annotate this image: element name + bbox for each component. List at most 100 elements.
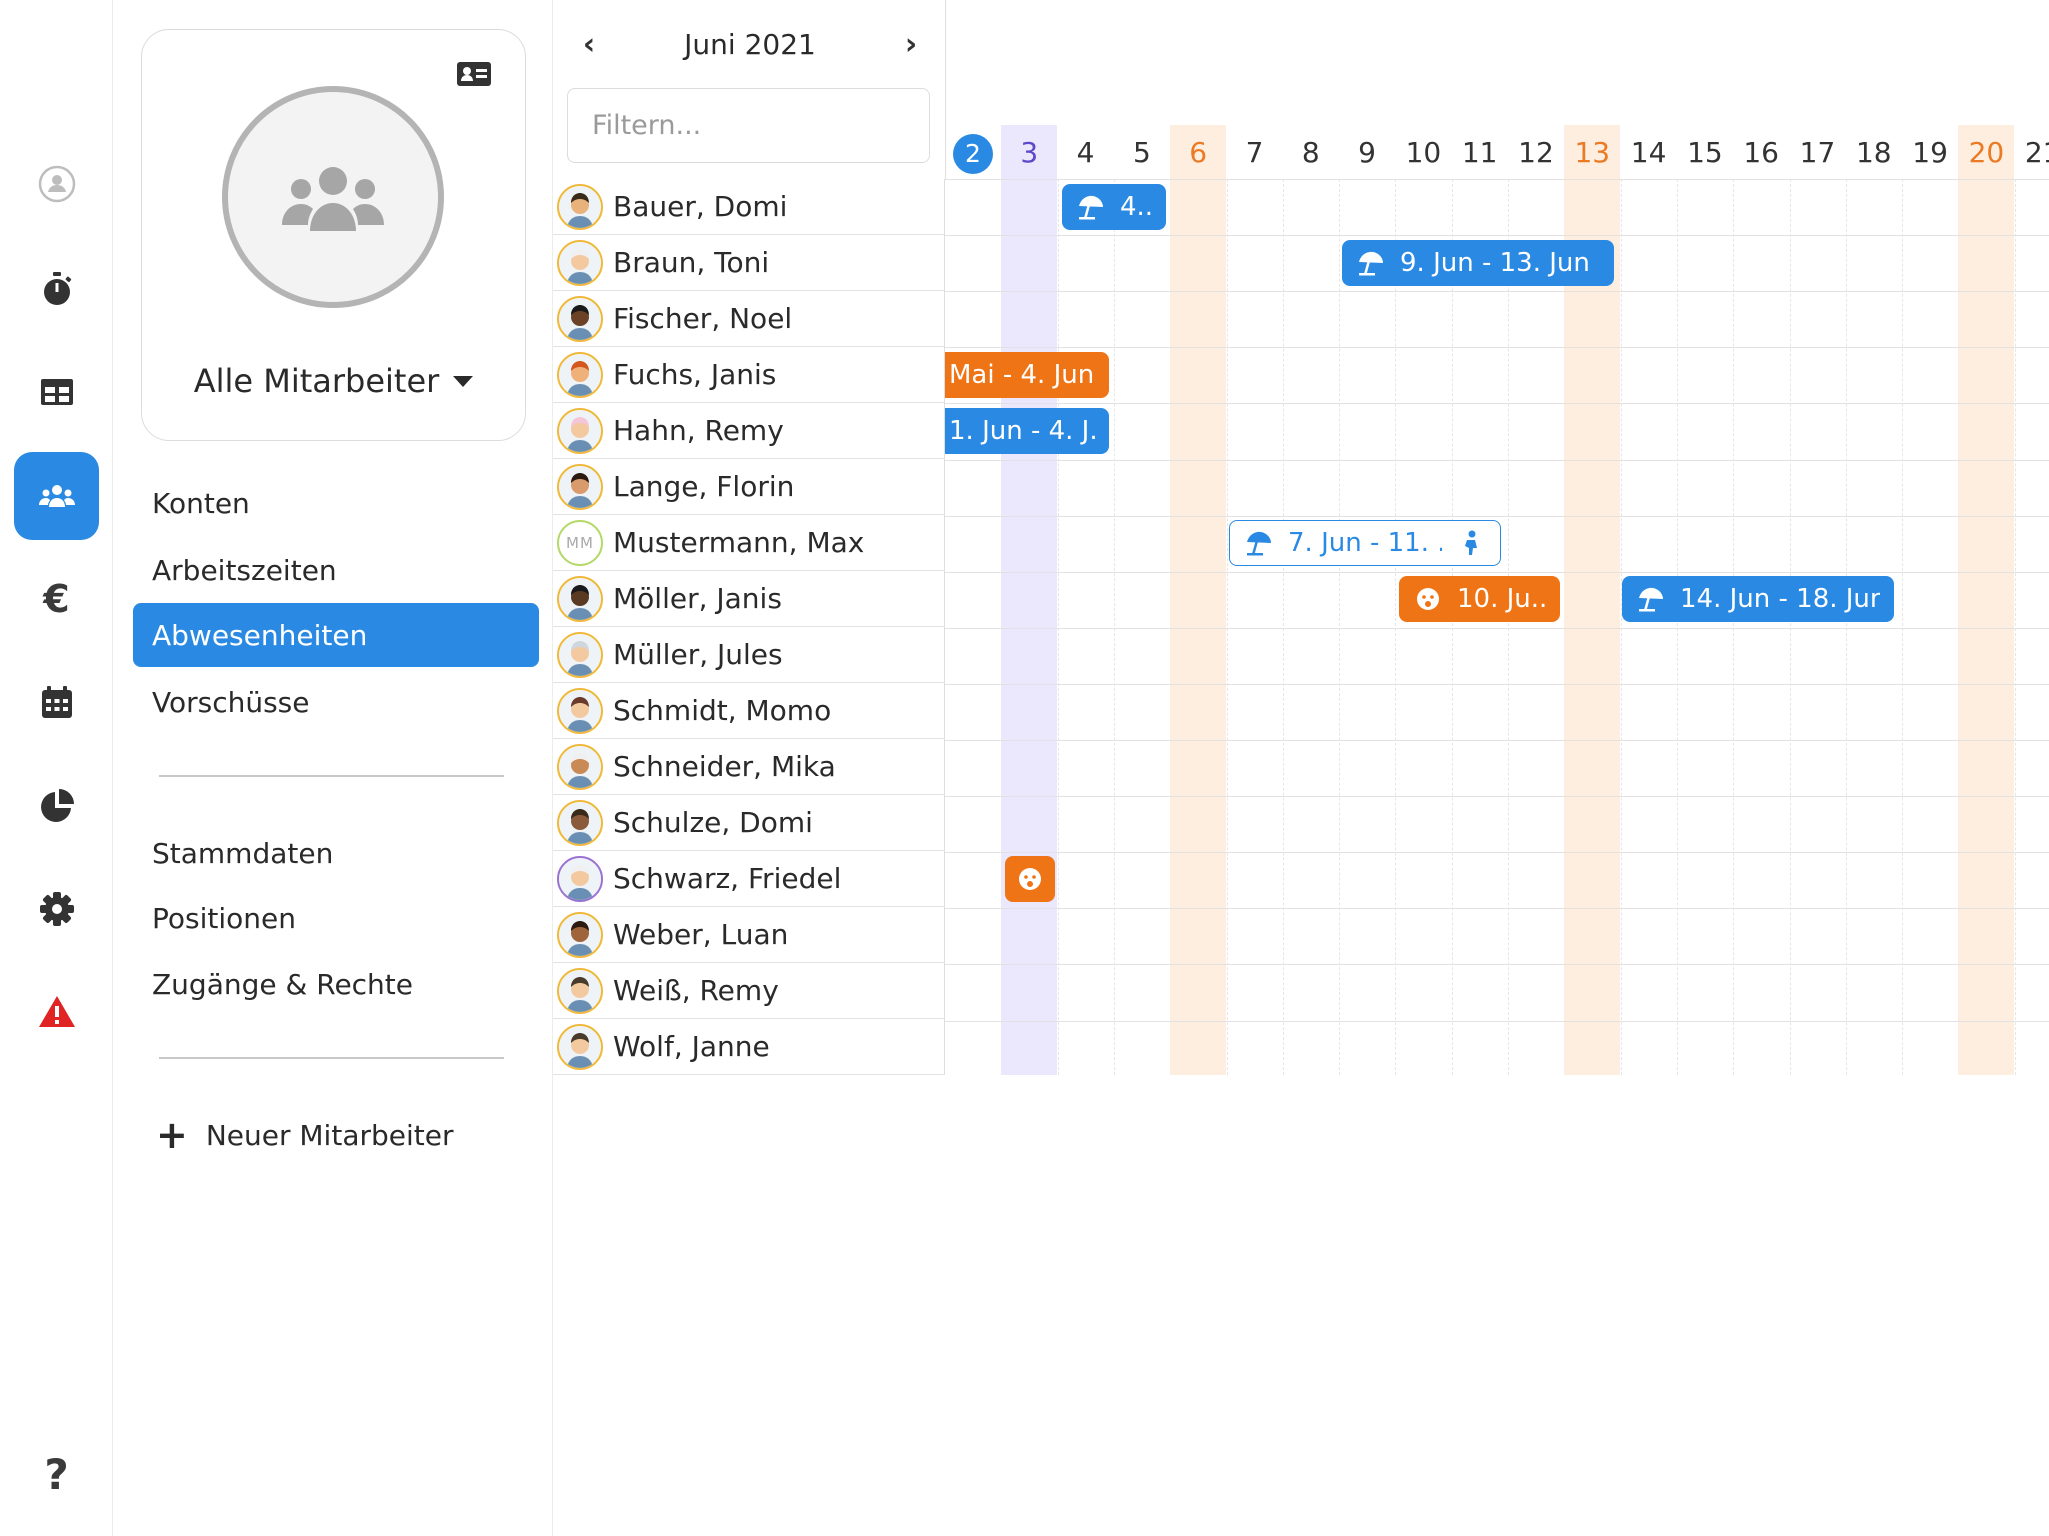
nav-panel: Alle Mitarbeiter Konten Arbeitszeiten Ab… bbox=[113, 0, 553, 1536]
grid-line bbox=[945, 403, 2049, 405]
grid-line bbox=[945, 291, 2049, 293]
grid-line bbox=[945, 459, 2049, 461]
group-avatar bbox=[222, 86, 444, 308]
day-header[interactable]: 9 bbox=[1339, 125, 1395, 181]
absence-sick[interactable] bbox=[1005, 856, 1055, 902]
day-header[interactable]: 21 bbox=[2015, 125, 2049, 181]
absence-label: 10. Ju... bbox=[1457, 584, 1546, 614]
warning-icon[interactable] bbox=[14, 968, 99, 1056]
day-number: 4 bbox=[1076, 136, 1095, 169]
day-header[interactable]: 11 bbox=[1452, 125, 1508, 181]
absence-vacation[interactable]: 14. Jun - 18. Jun bbox=[1622, 576, 1894, 622]
avatar bbox=[557, 575, 603, 622]
id-card-icon[interactable] bbox=[456, 60, 492, 88]
group-select[interactable]: Alle Mitarbeiter bbox=[142, 362, 525, 400]
nav-item-konten[interactable]: Konten bbox=[133, 471, 539, 535]
employee-row[interactable]: Lange, Florin bbox=[553, 459, 944, 515]
new-employee-label: Neuer Mitarbeiter bbox=[205, 1118, 454, 1152]
absence-vacation[interactable]: 4... bbox=[1062, 184, 1166, 230]
prev-month-button[interactable]: ‹ bbox=[574, 24, 604, 64]
employee-row[interactable]: MM Mustermann, Max bbox=[553, 515, 944, 571]
employee-row[interactable]: Schmidt, Momo bbox=[553, 683, 944, 739]
sick-icon bbox=[1019, 868, 1041, 890]
day-header[interactable]: 14 bbox=[1621, 125, 1677, 181]
day-header[interactable]: 18 bbox=[1846, 125, 1902, 181]
employee-row[interactable]: Wolf, Janne bbox=[553, 1019, 944, 1075]
employee-row[interactable]: Schneider, Mika bbox=[553, 739, 944, 795]
employee-row[interactable]: Braun, Toni bbox=[553, 235, 944, 291]
icon-rail: € ? bbox=[0, 0, 113, 1536]
calendar-icon[interactable] bbox=[14, 658, 99, 746]
employee-row[interactable]: Fischer, Noel bbox=[553, 291, 944, 347]
filter-input[interactable] bbox=[592, 110, 934, 141]
absence-vacation[interactable]: 9. Jun - 13. Jun bbox=[1342, 240, 1614, 286]
day-number: 14 bbox=[1630, 136, 1667, 169]
nav-item-zugaenge-rechte[interactable]: Zugänge & Rechte bbox=[133, 952, 539, 1016]
day-number: 17 bbox=[1799, 136, 1836, 169]
avatar bbox=[557, 463, 603, 510]
day-header[interactable]: 6 bbox=[1170, 125, 1226, 181]
day-header[interactable]: 3 bbox=[1001, 125, 1057, 181]
nav-item-stammdaten[interactable]: Stammdaten bbox=[133, 821, 539, 885]
employee-row[interactable]: Schwarz, Friedel bbox=[553, 851, 944, 907]
absence-sick[interactable]: 10. Ju... bbox=[1399, 576, 1560, 622]
absence-vacation-request[interactable]: 7. Jun - 11. ... bbox=[1229, 520, 1501, 566]
stopwatch-icon[interactable] bbox=[14, 245, 99, 333]
day-header[interactable]: 17 bbox=[1790, 125, 1846, 181]
nav-item-positionen[interactable]: Positionen bbox=[133, 886, 539, 950]
day-header[interactable]: 10 bbox=[1395, 125, 1451, 181]
day-header[interactable]: 20 bbox=[1958, 125, 2014, 181]
employee-row[interactable]: Weiß, Remy bbox=[553, 963, 944, 1019]
sunday-column bbox=[1958, 125, 2015, 1075]
umbrella-icon bbox=[1639, 587, 1663, 612]
absence-vacation[interactable]: 1. Jun - 4. J... bbox=[945, 408, 1109, 454]
day-header[interactable]: 4 bbox=[1058, 125, 1114, 181]
day-header[interactable]: 5 bbox=[1114, 125, 1170, 181]
caret-down-icon bbox=[453, 375, 474, 387]
day-header[interactable]: 15 bbox=[1677, 125, 1733, 181]
profile-card: Alle Mitarbeiter bbox=[141, 29, 526, 441]
avatar bbox=[557, 911, 603, 958]
day-header[interactable]: 8 bbox=[1283, 125, 1339, 181]
employee-row[interactable]: Bauer, Domi bbox=[553, 179, 944, 235]
absence-calendar: 23 4 5 6 7 8 9 10 11 12 13 14 15 16 17 18 19 20 21 4... 9. J… bbox=[945, 0, 2049, 1075]
absence-label: 14. Jun - 18. Jun bbox=[1680, 584, 1880, 614]
nav-item-vorschuesse[interactable]: Vorschüsse bbox=[133, 670, 539, 734]
employee-row[interactable]: Fuchs, Janis bbox=[553, 347, 944, 403]
employee-row[interactable]: Müller, Jules bbox=[553, 627, 944, 683]
employee-row[interactable]: Möller, Janis bbox=[553, 571, 944, 627]
new-employee-button[interactable]: + Neuer Mitarbeiter bbox=[156, 1116, 453, 1154]
gear-icon[interactable] bbox=[14, 865, 99, 953]
day-number: 8 bbox=[1301, 136, 1320, 169]
day-number: 16 bbox=[1743, 136, 1779, 169]
nav-item-arbeitszeiten[interactable]: Arbeitszeiten bbox=[133, 538, 539, 602]
nav-item-abwesenheiten[interactable]: Abwesenheiten bbox=[133, 603, 539, 667]
day-header[interactable]: 2 bbox=[945, 125, 1001, 181]
table-icon[interactable] bbox=[14, 348, 99, 436]
day-number: 11 bbox=[1461, 136, 1498, 169]
employee-list: Bauer, Domi Braun, Toni Fischer, Noel Fuchs… bbox=[553, 179, 945, 1075]
day-header[interactable]: 7 bbox=[1227, 125, 1283, 181]
team-icon[interactable] bbox=[14, 452, 99, 540]
help-icon[interactable]: ? bbox=[14, 1430, 99, 1518]
avatar-initials: MM bbox=[566, 533, 594, 552]
pie-chart-icon[interactable] bbox=[14, 762, 99, 850]
divider bbox=[159, 1057, 504, 1059]
day-header[interactable]: 13 bbox=[1564, 125, 1620, 181]
absence-sick[interactable]: Mai - 4. Jun bbox=[945, 352, 1109, 398]
employee-row[interactable]: Weber, Luan bbox=[553, 907, 944, 963]
employee-row[interactable]: Schulze, Domi bbox=[553, 795, 944, 851]
employee-row[interactable]: Hahn, Remy bbox=[553, 403, 944, 459]
avatar bbox=[557, 295, 603, 342]
next-month-button[interactable]: › bbox=[896, 24, 926, 64]
day-number: 10 bbox=[1405, 136, 1442, 169]
grid-line bbox=[945, 964, 2049, 966]
profile-icon[interactable] bbox=[14, 140, 99, 228]
grid-line bbox=[945, 235, 2049, 237]
day-header[interactable]: 19 bbox=[1902, 125, 1958, 181]
day-header[interactable]: 12 bbox=[1508, 125, 1564, 181]
grid-line bbox=[945, 627, 2049, 629]
day-number: 21 bbox=[2024, 136, 2049, 169]
day-header[interactable]: 16 bbox=[1733, 125, 1789, 181]
euro-icon[interactable]: € bbox=[14, 555, 99, 643]
